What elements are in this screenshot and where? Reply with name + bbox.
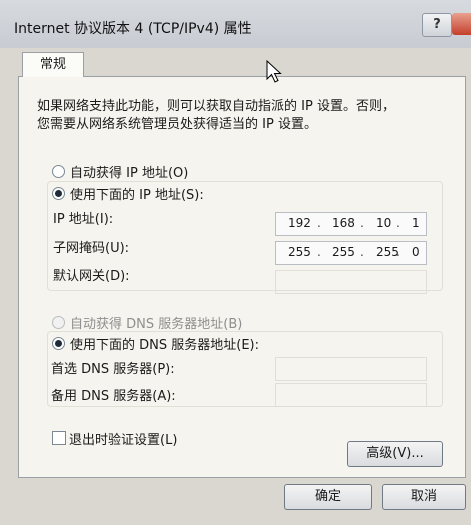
dns-auto-label[interactable]: 自动获得 DNS 服务器地址(B) [70, 313, 242, 332]
ip-octet: 10 [376, 216, 392, 230]
subnet-octet: 255 [332, 245, 355, 259]
alternate-dns-field[interactable] [275, 383, 427, 407]
ip-octet: 192 [288, 216, 311, 230]
dns-manual-radio[interactable] [52, 337, 65, 350]
ip-auto-radio[interactable] [52, 165, 65, 178]
preferred-dns-field[interactable] [275, 357, 427, 381]
description-line-1: 如果网络支持此功能，则可以获取自动指派的 IP 设置。否则， [37, 99, 395, 114]
gateway-label: 默认网关(D): [53, 269, 130, 284]
ip-octet: 168 [332, 216, 355, 230]
dns-manual-label[interactable]: 使用下面的 DNS 服务器地址(E): [70, 334, 259, 353]
help-icon: ? [433, 17, 441, 32]
gateway-field[interactable] [275, 270, 427, 294]
ip-address-label: IP 地址(I): [53, 212, 114, 227]
ip-manual-label[interactable]: 使用下面的 IP 地址(S): [70, 184, 204, 203]
alternate-dns-label: 备用 DNS 服务器(A): [51, 389, 176, 404]
dns-auto-radio[interactable] [52, 316, 65, 329]
octet-separator: . [396, 216, 400, 230]
window-title: Internet 协议版本 4 (TCP/IPv4) 属性 [14, 21, 252, 37]
subnet-mask-label: 子网掩码(U): [53, 241, 130, 256]
validate-label[interactable]: 退出时验证设置(L) [69, 429, 177, 448]
general-panel: 如果网络支持此功能，则可以获取自动指派的 IP 设置。否则， 您需要从网络系统管… [18, 76, 466, 478]
advanced-button[interactable]: 高级(V)... [347, 441, 443, 467]
subnet-octet: 0 [412, 245, 420, 259]
close-button[interactable] [452, 13, 471, 35]
subnet-octet: 255 [288, 245, 311, 259]
description-line-2: 您需要从网络系统管理员处获得适当的 IP 设置。 [37, 117, 317, 132]
octet-separator: . [360, 216, 364, 230]
tab-general[interactable]: 常规 [22, 52, 84, 77]
octet-separator: . [360, 245, 364, 259]
preferred-dns-label: 首选 DNS 服务器(P): [51, 362, 175, 377]
ok-button[interactable]: 确定 [284, 484, 372, 510]
subnet-mask-field[interactable]: 255 . 255 . 255 . 0 [275, 241, 427, 265]
validate-checkbox[interactable] [52, 431, 66, 445]
octet-separator: . [317, 245, 321, 259]
ip-auto-label[interactable]: 自动获得 IP 地址(O) [70, 162, 188, 181]
mouse-pointer-icon [266, 60, 282, 83]
ip-manual-radio[interactable] [52, 187, 65, 200]
octet-separator: . [396, 245, 400, 259]
help-button[interactable]: ? [422, 13, 452, 37]
ip-address-field[interactable]: 192 . 168 . 10 . 1 [275, 212, 427, 236]
ip-octet: 1 [412, 216, 420, 230]
octet-separator: . [317, 216, 321, 230]
cancel-button[interactable]: 取消 [382, 484, 466, 510]
title-bar: Internet 协议版本 4 (TCP/IPv4) 属性 ? [0, 0, 471, 48]
